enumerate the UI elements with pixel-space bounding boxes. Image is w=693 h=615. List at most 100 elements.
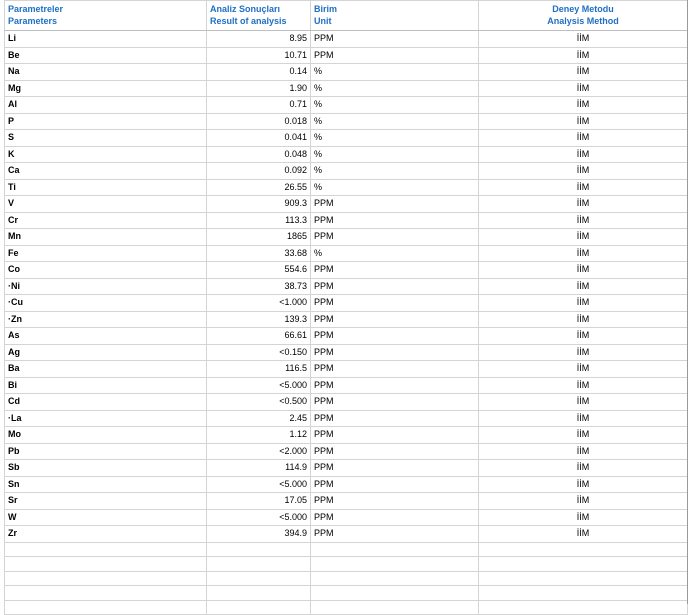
parameter-cell[interactable]: ·Ni bbox=[4, 277, 207, 295]
result-cell[interactable]: 116.5 bbox=[206, 360, 311, 378]
empty-row[interactable] bbox=[4, 570, 688, 586]
result-cell[interactable]: 1.12 bbox=[206, 426, 311, 444]
method-cell[interactable]: İİM bbox=[478, 459, 688, 477]
table-row[interactable]: Mn 1865 PPM İİM bbox=[4, 228, 688, 246]
parameter-cell[interactable]: Sb bbox=[4, 459, 207, 477]
result-cell[interactable]: 33.68 bbox=[206, 244, 311, 262]
result-cell[interactable]: 1865 bbox=[206, 228, 311, 246]
result-cell[interactable]: 113.3 bbox=[206, 211, 311, 229]
header-parameters[interactable]: Parametreler Parameters bbox=[4, 0, 207, 31]
parameter-cell[interactable]: Ba bbox=[4, 360, 207, 378]
parameter-cell[interactable]: Cd bbox=[4, 393, 207, 411]
unit-cell[interactable]: PPM bbox=[310, 294, 479, 312]
parameter-cell[interactable]: Mn bbox=[4, 228, 207, 246]
unit-cell[interactable]: PPM bbox=[310, 525, 479, 543]
table-row[interactable]: Fe 33.68% İİM bbox=[4, 244, 688, 262]
unit-cell[interactable]: PPM bbox=[310, 442, 479, 460]
table-row[interactable]: Li 8.95 PPM İİM bbox=[4, 30, 688, 48]
method-cell[interactable]: İİM bbox=[478, 79, 688, 97]
parameter-cell[interactable]: S bbox=[4, 129, 207, 147]
empty-cell[interactable] bbox=[4, 599, 207, 615]
parameter-cell[interactable]: Ca bbox=[4, 162, 207, 180]
parameter-cell[interactable]: Bi bbox=[4, 376, 207, 394]
parameter-cell[interactable]: Fe bbox=[4, 244, 207, 262]
unit-cell[interactable]: PPM bbox=[310, 310, 479, 328]
result-cell[interactable]: 0.092 bbox=[206, 162, 311, 180]
table-row[interactable]: Ba 116.5 PPM İİM bbox=[4, 360, 688, 378]
method-cell[interactable]: İİM bbox=[478, 63, 688, 81]
empty-cell[interactable] bbox=[310, 585, 479, 601]
table-row[interactable]: Cr 113.3 PPM İİM bbox=[4, 211, 688, 229]
parameter-cell[interactable]: As bbox=[4, 327, 207, 345]
result-cell[interactable]: 0.048 bbox=[206, 145, 311, 163]
unit-cell[interactable]: PPM bbox=[310, 376, 479, 394]
unit-cell[interactable]: % bbox=[310, 178, 479, 196]
result-cell[interactable]: <5.000 bbox=[206, 508, 311, 526]
method-cell[interactable]: İİM bbox=[478, 211, 688, 229]
unit-cell[interactable]: % bbox=[310, 129, 479, 147]
parameter-cell[interactable]: V bbox=[4, 195, 207, 213]
empty-cell[interactable] bbox=[310, 570, 479, 586]
result-cell[interactable]: 17.05 bbox=[206, 492, 311, 510]
parameter-cell[interactable]: Zr bbox=[4, 525, 207, 543]
table-row[interactable]: K 0.048% İİM bbox=[4, 145, 688, 163]
method-cell[interactable]: İİM bbox=[478, 112, 688, 130]
result-cell[interactable]: <5.000 bbox=[206, 376, 311, 394]
unit-cell[interactable]: PPM bbox=[310, 211, 479, 229]
unit-cell[interactable]: % bbox=[310, 244, 479, 262]
method-cell[interactable]: İİM bbox=[478, 508, 688, 526]
empty-row[interactable] bbox=[4, 541, 688, 557]
parameter-cell[interactable]: Cr bbox=[4, 211, 207, 229]
result-cell[interactable]: 0.018 bbox=[206, 112, 311, 130]
unit-cell[interactable]: PPM bbox=[310, 327, 479, 345]
empty-cell[interactable] bbox=[206, 599, 311, 615]
method-cell[interactable]: İİM bbox=[478, 360, 688, 378]
table-row[interactable]: As 66.61 PPM İİM bbox=[4, 327, 688, 345]
table-row[interactable]: Pb <2.000 PPM İİM bbox=[4, 442, 688, 460]
unit-cell[interactable]: % bbox=[310, 63, 479, 81]
empty-cell[interactable] bbox=[478, 541, 688, 557]
method-cell[interactable]: İİM bbox=[478, 525, 688, 543]
unit-cell[interactable]: PPM bbox=[310, 277, 479, 295]
unit-cell[interactable]: PPM bbox=[310, 30, 479, 48]
method-cell[interactable]: İİM bbox=[478, 343, 688, 361]
unit-cell[interactable]: PPM bbox=[310, 459, 479, 477]
parameter-cell[interactable]: K bbox=[4, 145, 207, 163]
unit-cell[interactable]: PPM bbox=[310, 343, 479, 361]
empty-cell[interactable] bbox=[478, 585, 688, 601]
empty-cell[interactable] bbox=[4, 541, 207, 557]
table-row[interactable]: ·Cu <1.000 PPM İİM bbox=[4, 294, 688, 312]
empty-cell[interactable] bbox=[206, 556, 311, 572]
result-cell[interactable]: 114.9 bbox=[206, 459, 311, 477]
unit-cell[interactable]: % bbox=[310, 112, 479, 130]
method-cell[interactable]: İİM bbox=[478, 30, 688, 48]
empty-cell[interactable] bbox=[310, 556, 479, 572]
method-cell[interactable]: İİM bbox=[478, 409, 688, 427]
empty-cell[interactable] bbox=[4, 585, 207, 601]
parameter-cell[interactable]: Mo bbox=[4, 426, 207, 444]
result-cell[interactable]: 38.73 bbox=[206, 277, 311, 295]
empty-cell[interactable] bbox=[478, 570, 688, 586]
result-cell[interactable]: <0.500 bbox=[206, 393, 311, 411]
parameter-cell[interactable]: Co bbox=[4, 261, 207, 279]
empty-cell[interactable] bbox=[478, 599, 688, 615]
result-cell[interactable]: <1.000 bbox=[206, 294, 311, 312]
result-cell[interactable]: 139.3 bbox=[206, 310, 311, 328]
table-row[interactable]: Sr 17.05 PPM İİM bbox=[4, 492, 688, 510]
unit-cell[interactable]: PPM bbox=[310, 46, 479, 64]
parameter-cell[interactable]: Na bbox=[4, 63, 207, 81]
unit-cell[interactable]: % bbox=[310, 79, 479, 97]
table-row[interactable]: ·La 2.45 PPM İİM bbox=[4, 409, 688, 427]
empty-row[interactable] bbox=[4, 585, 688, 601]
empty-row[interactable] bbox=[4, 556, 688, 572]
parameter-cell[interactable]: Sn bbox=[4, 475, 207, 493]
table-row[interactable]: ·Zn 139.3 PPM İİM bbox=[4, 310, 688, 328]
parameter-cell[interactable]: W bbox=[4, 508, 207, 526]
empty-cell[interactable] bbox=[206, 541, 311, 557]
table-row[interactable]: Mo 1.12 PPM İİM bbox=[4, 426, 688, 444]
unit-cell[interactable]: PPM bbox=[310, 426, 479, 444]
result-cell[interactable]: 0.14 bbox=[206, 63, 311, 81]
table-row[interactable]: Sn <5.000 PPM İİM bbox=[4, 475, 688, 493]
method-cell[interactable]: İİM bbox=[478, 376, 688, 394]
method-cell[interactable]: İİM bbox=[478, 327, 688, 345]
